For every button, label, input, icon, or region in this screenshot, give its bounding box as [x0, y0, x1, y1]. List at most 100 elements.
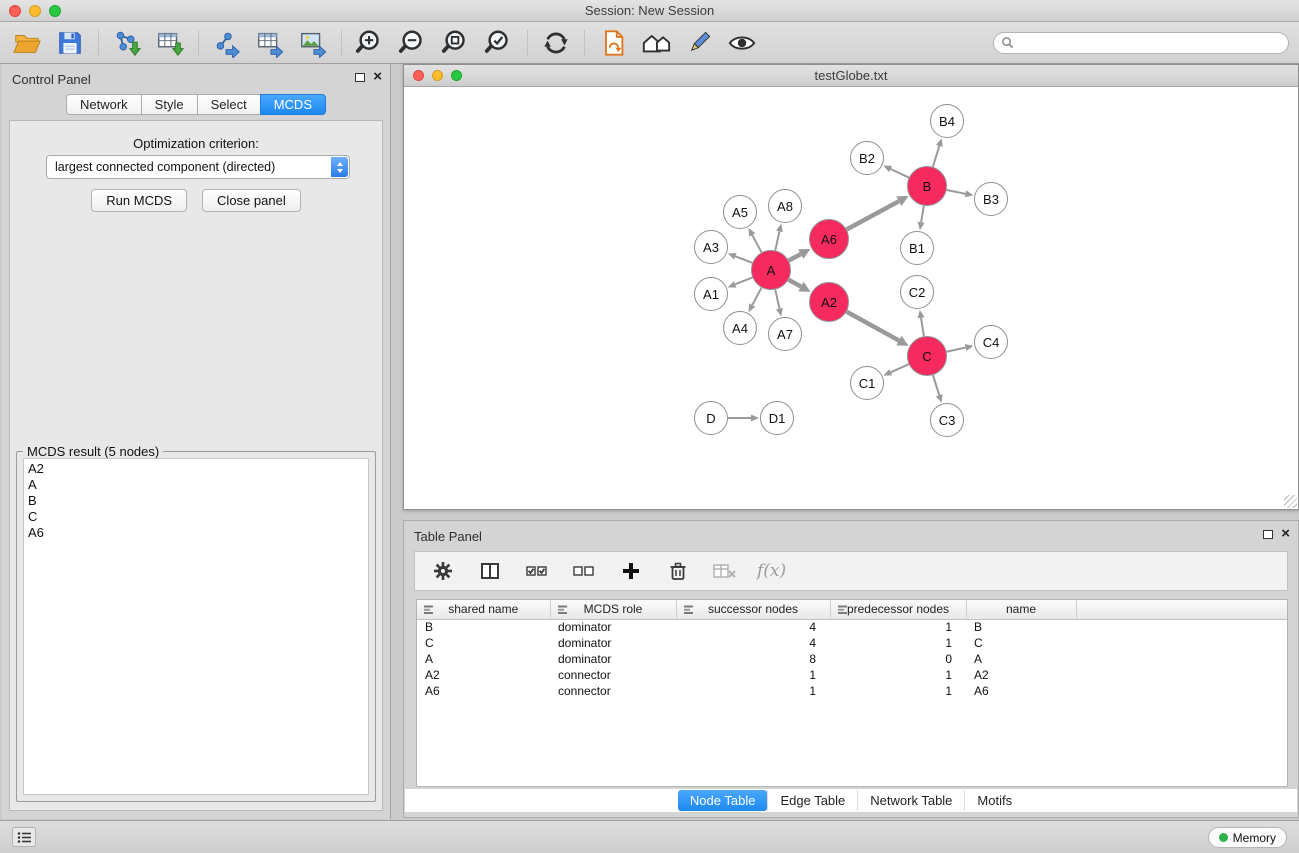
cell[interactable]: A — [966, 651, 1076, 667]
memory-button[interactable]: Memory — [1208, 827, 1287, 848]
graph-node-A4[interactable]: A4 — [723, 311, 757, 345]
cell[interactable]: 1 — [676, 667, 830, 683]
graph-node-C[interactable]: C — [907, 336, 947, 376]
cell[interactable]: B — [417, 619, 550, 635]
graph-node-A1[interactable]: A1 — [694, 277, 728, 311]
function-builder-button[interactable]: f(x) — [757, 561, 786, 581]
result-item-a2[interactable]: A2 — [28, 461, 368, 477]
graph-node-D[interactable]: D — [694, 401, 728, 435]
import-table-button[interactable] — [155, 28, 185, 58]
cell[interactable]: 1 — [830, 667, 966, 683]
cell[interactable]: C — [966, 635, 1076, 651]
close-panel-icon[interactable]: × — [373, 71, 382, 83]
zoom-out-button[interactable] — [398, 28, 428, 58]
result-item-b[interactable]: B — [28, 493, 368, 509]
zoom-fit-button[interactable] — [441, 28, 471, 58]
graph-node-A6[interactable]: A6 — [809, 219, 849, 259]
column-header-MCDS-role[interactable]: MCDS role — [550, 600, 676, 619]
column-header-shared-name[interactable]: shared name — [417, 600, 550, 619]
graph-node-B4[interactable]: B4 — [930, 104, 964, 138]
deselect-all-rows-button[interactable] — [569, 556, 599, 586]
search-field[interactable] — [993, 32, 1289, 54]
graph-node-B[interactable]: B — [907, 166, 947, 206]
column-header-name[interactable]: name — [966, 600, 1076, 619]
open-session-document-button[interactable] — [598, 28, 628, 58]
tab-network-table[interactable]: Network Table — [857, 790, 964, 811]
cell[interactable]: A2 — [417, 667, 550, 683]
tab-mcds[interactable]: MCDS — [260, 94, 326, 115]
window-resize-grip[interactable] — [1284, 495, 1297, 508]
graph-node-C3[interactable]: C3 — [930, 403, 964, 437]
cell[interactable]: 1 — [830, 635, 966, 651]
result-item-a[interactable]: A — [28, 477, 368, 493]
float-table-panel-icon[interactable] — [1263, 530, 1273, 539]
graph-node-A3[interactable]: A3 — [694, 230, 728, 264]
add-column-button[interactable] — [616, 556, 646, 586]
cell[interactable]: dominator — [550, 651, 676, 667]
export-network-button[interactable] — [212, 28, 242, 58]
tab-edge-table[interactable]: Edge Table — [767, 790, 857, 811]
column-header-predecessor-nodes[interactable]: predecessor nodes — [830, 600, 966, 619]
export-table-button[interactable] — [255, 28, 285, 58]
delete-table-button[interactable] — [710, 556, 740, 586]
graph-node-B1[interactable]: B1 — [900, 231, 934, 265]
cell[interactable]: dominator — [550, 619, 676, 635]
zoom-in-button[interactable] — [355, 28, 385, 58]
cell[interactable]: A6 — [966, 683, 1076, 699]
cell[interactable]: 4 — [676, 635, 830, 651]
table-row-b[interactable]: Bdominator41B — [417, 619, 1287, 635]
cell[interactable]: 1 — [830, 683, 966, 699]
refresh-view-button[interactable] — [541, 28, 571, 58]
table-row-c[interactable]: Cdominator41C — [417, 635, 1287, 651]
graph-node-C4[interactable]: C4 — [974, 325, 1008, 359]
cell[interactable]: 0 — [830, 651, 966, 667]
save-session-button[interactable] — [55, 28, 85, 58]
criterion-dropdown[interactable]: largest connected component (directed) — [46, 155, 350, 179]
open-file-button[interactable] — [12, 28, 42, 58]
graph-node-A7[interactable]: A7 — [768, 317, 802, 351]
zoom-selected-button[interactable] — [484, 28, 514, 58]
graph-node-A5[interactable]: A5 — [723, 195, 757, 229]
tab-network[interactable]: Network — [66, 94, 142, 115]
import-network-button[interactable] — [112, 28, 142, 58]
cell[interactable]: 8 — [676, 651, 830, 667]
cell[interactable]: A6 — [417, 683, 550, 699]
graph-node-A2[interactable]: A2 — [809, 282, 849, 322]
table-row-a[interactable]: Adominator80A — [417, 651, 1287, 667]
cell[interactable]: 1 — [830, 619, 966, 635]
graph-node-B3[interactable]: B3 — [974, 182, 1008, 216]
cell[interactable]: 4 — [676, 619, 830, 635]
run-mcds-button[interactable]: Run MCDS — [91, 189, 187, 212]
result-item-c[interactable]: C — [28, 509, 368, 525]
float-panel-icon[interactable] — [355, 73, 365, 82]
network-window-titlebar[interactable]: testGlobe.txt — [404, 65, 1298, 87]
show-columns-button[interactable] — [475, 556, 505, 586]
mcds-result-list[interactable]: A2ABCA6 — [23, 458, 369, 795]
cell[interactable]: 1 — [676, 683, 830, 699]
result-item-a6[interactable]: A6 — [28, 525, 368, 541]
column-header-successor-nodes[interactable]: successor nodes — [676, 600, 830, 619]
cell[interactable]: C — [417, 635, 550, 651]
table-settings-button[interactable] — [428, 556, 458, 586]
close-panel-button[interactable]: Close panel — [202, 189, 301, 212]
tab-style[interactable]: Style — [141, 94, 198, 115]
graph-node-A8[interactable]: A8 — [768, 189, 802, 223]
search-input[interactable] — [1018, 34, 1288, 52]
show-graphics-details-button[interactable] — [727, 28, 757, 58]
graph-node-C1[interactable]: C1 — [850, 366, 884, 400]
close-table-panel-icon[interactable]: × — [1281, 528, 1290, 540]
select-all-rows-button[interactable] — [522, 556, 552, 586]
tab-select[interactable]: Select — [197, 94, 261, 115]
export-image-button[interactable] — [298, 28, 328, 58]
cell[interactable]: dominator — [550, 635, 676, 651]
tab-motifs[interactable]: Motifs — [964, 790, 1024, 811]
graph-node-A[interactable]: A — [751, 250, 791, 290]
graph-node-C2[interactable]: C2 — [900, 275, 934, 309]
cell[interactable]: connector — [550, 667, 676, 683]
table-row-a6[interactable]: A6connector11A6 — [417, 683, 1287, 699]
network-overview-button[interactable] — [641, 28, 671, 58]
cell[interactable]: connector — [550, 683, 676, 699]
cell[interactable]: A — [417, 651, 550, 667]
task-history-button[interactable] — [12, 827, 36, 847]
annotation-pen-button[interactable] — [684, 28, 714, 58]
